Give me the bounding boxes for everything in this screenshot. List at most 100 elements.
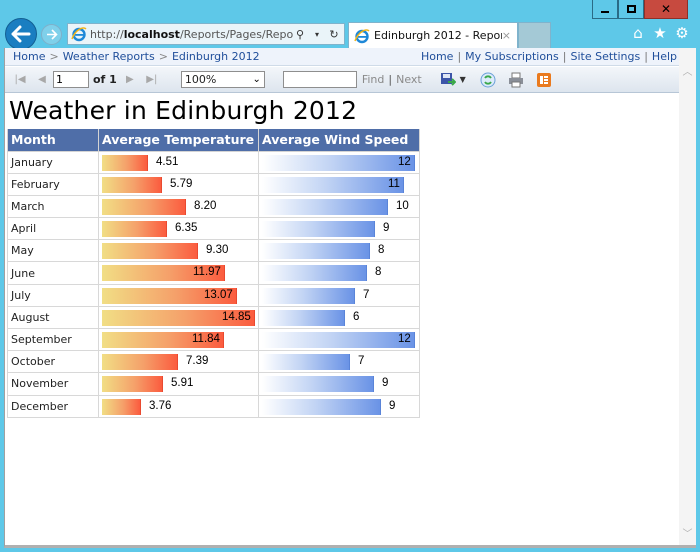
- wind-speed-value: 9: [389, 399, 396, 412]
- export-save-icon[interactable]: [440, 72, 456, 88]
- temperature-bar-wrap: 11.84: [99, 329, 258, 350]
- temperature-value: 13.07: [204, 288, 233, 301]
- wind-speed-cell: 6: [258, 305, 420, 330]
- wind-speed-bar-wrap: 12: [259, 152, 419, 173]
- report-manager-header: Home > Weather Reports > Edinburgh 2012 …: [5, 48, 680, 66]
- breadcrumb-weather-reports[interactable]: Weather Reports: [63, 50, 155, 63]
- last-page-icon[interactable]: ▶|: [145, 74, 159, 85]
- address-bar[interactable]: http://localhost/Reports/Pages/Report.as…: [67, 23, 345, 45]
- table-header-row: Month Average Temperature Average Wind S…: [7, 129, 420, 152]
- close-window-button[interactable]: ✕: [644, 0, 688, 19]
- wind-speed-value: 8: [375, 266, 382, 279]
- refresh-icon[interactable]: ↻: [327, 28, 341, 41]
- wind-speed-value: 9: [383, 222, 390, 235]
- temperature-bar-wrap: 13.07: [99, 285, 258, 306]
- month-cell: July: [7, 283, 99, 307]
- breadcrumb-edinburgh-2012[interactable]: Edinburgh 2012: [172, 50, 260, 63]
- temperature-bar: [102, 154, 148, 171]
- new-tab-button[interactable]: [518, 22, 551, 48]
- url-prefix: http://: [90, 27, 124, 41]
- search-icon[interactable]: ⚲: [293, 28, 307, 41]
- settings-gear-icon[interactable]: ⚙: [674, 24, 690, 42]
- wind-speed-bar-wrap: 8: [259, 262, 419, 283]
- temperature-value: 4.51: [156, 155, 179, 168]
- previous-page-icon[interactable]: ◀: [35, 74, 49, 85]
- breadcrumb-home[interactable]: Home: [13, 50, 45, 63]
- wind-speed-bar: [262, 309, 345, 326]
- url-text[interactable]: http://localhost/Reports/Pages/Report.as…: [90, 28, 293, 41]
- temperature-bar-wrap: 14.85: [99, 307, 258, 328]
- column-header-average-temperature: Average Temperature: [98, 129, 259, 152]
- temperature-bar-wrap: 11.97: [99, 262, 258, 283]
- temperature-cell: 4.51: [98, 150, 259, 174]
- data-feed-icon[interactable]: [536, 72, 552, 88]
- table-row: February 5.79 11: [7, 172, 420, 196]
- home-link[interactable]: Home: [421, 50, 453, 63]
- month-cell: January: [7, 150, 99, 174]
- table-row: April 6.35 9: [7, 217, 420, 241]
- wind-speed-bar: [262, 354, 350, 371]
- wind-speed-cell: 9: [258, 217, 420, 241]
- temperature-value: 9.30: [206, 244, 229, 257]
- help-link[interactable]: Help: [652, 50, 677, 63]
- breadcrumb-separator: >: [49, 50, 59, 63]
- site-settings-link[interactable]: Site Settings: [570, 50, 640, 63]
- find-link[interactable]: Find: [362, 73, 385, 86]
- next-page-icon[interactable]: ▶: [123, 74, 137, 85]
- wind-speed-cell: 10: [258, 194, 420, 219]
- back-button[interactable]: [5, 18, 37, 50]
- temperature-value: 5.79: [170, 177, 193, 190]
- home-icon[interactable]: ⌂: [630, 24, 646, 42]
- refresh-report-icon[interactable]: [480, 72, 496, 88]
- wind-speed-value: 12: [398, 333, 411, 345]
- window-controls: ✕: [592, 0, 688, 20]
- first-page-icon[interactable]: |◀: [13, 74, 27, 85]
- scroll-down-icon[interactable]: ﹀: [679, 524, 696, 541]
- month-cell: April: [7, 217, 99, 241]
- wind-speed-bar-wrap: 7: [259, 351, 419, 372]
- favorites-star-icon[interactable]: ★: [652, 24, 668, 42]
- page-number-input[interactable]: [53, 71, 89, 88]
- wind-speed-cell: 11: [258, 172, 420, 196]
- find-input[interactable]: [282, 71, 357, 88]
- tab-edinburgh-report[interactable]: Edinburgh 2012 - Report M... ×: [348, 22, 518, 48]
- vertical-scrollbar[interactable]: ︿ ﹀: [679, 48, 696, 545]
- table-row: September 11.84 12: [7, 327, 420, 352]
- wind-speed-cell: 8: [258, 261, 420, 285]
- browser-tool-icons: ⌂ ★ ⚙: [630, 24, 690, 42]
- next-link[interactable]: Next: [396, 73, 422, 86]
- column-header-month: Month: [7, 129, 99, 152]
- wind-speed-bar: [262, 221, 375, 238]
- my-subscriptions-link[interactable]: My Subscriptions: [465, 50, 559, 63]
- forward-button[interactable]: [41, 24, 62, 45]
- table-row: August 14.85 6: [7, 305, 420, 330]
- print-icon[interactable]: [508, 72, 524, 88]
- maximize-button[interactable]: [618, 0, 644, 19]
- chevron-down-icon[interactable]: ▾: [310, 30, 324, 39]
- minimize-button[interactable]: [592, 0, 618, 19]
- month-cell: March: [7, 194, 99, 219]
- maximize-icon: [626, 5, 636, 13]
- page-count: of 1: [93, 73, 117, 86]
- month-cell: September: [7, 327, 99, 352]
- zoom-select[interactable]: 100% ⌄: [180, 71, 265, 88]
- zoom-value: 100%: [184, 73, 217, 86]
- temperature-cell: 7.39: [98, 350, 259, 374]
- wind-speed-bar-wrap: 12: [259, 329, 419, 350]
- ie-logo-icon: [354, 28, 370, 43]
- export-dropdown-icon[interactable]: ▼: [456, 75, 470, 84]
- wind-speed-value: 12: [398, 155, 411, 168]
- month-cell: June: [7, 261, 99, 285]
- wind-speed-cell: 9: [258, 394, 420, 418]
- wind-speed-bar: [262, 154, 415, 171]
- weather-table: Month Average Temperature Average Wind S…: [7, 129, 420, 418]
- wind-speed-cell: 12: [258, 150, 420, 174]
- temperature-bar-wrap: 7.39: [99, 351, 258, 372]
- temperature-bar-wrap: 9.30: [99, 240, 258, 261]
- scroll-up-icon[interactable]: ︿: [679, 62, 696, 79]
- breadcrumb-separator: >: [158, 50, 168, 63]
- global-links: Home | My Subscriptions | Site Settings …: [421, 50, 677, 63]
- wind-speed-bar: [262, 398, 381, 415]
- tab-close-icon[interactable]: ×: [502, 29, 511, 42]
- wind-speed-value: 11: [388, 177, 400, 190]
